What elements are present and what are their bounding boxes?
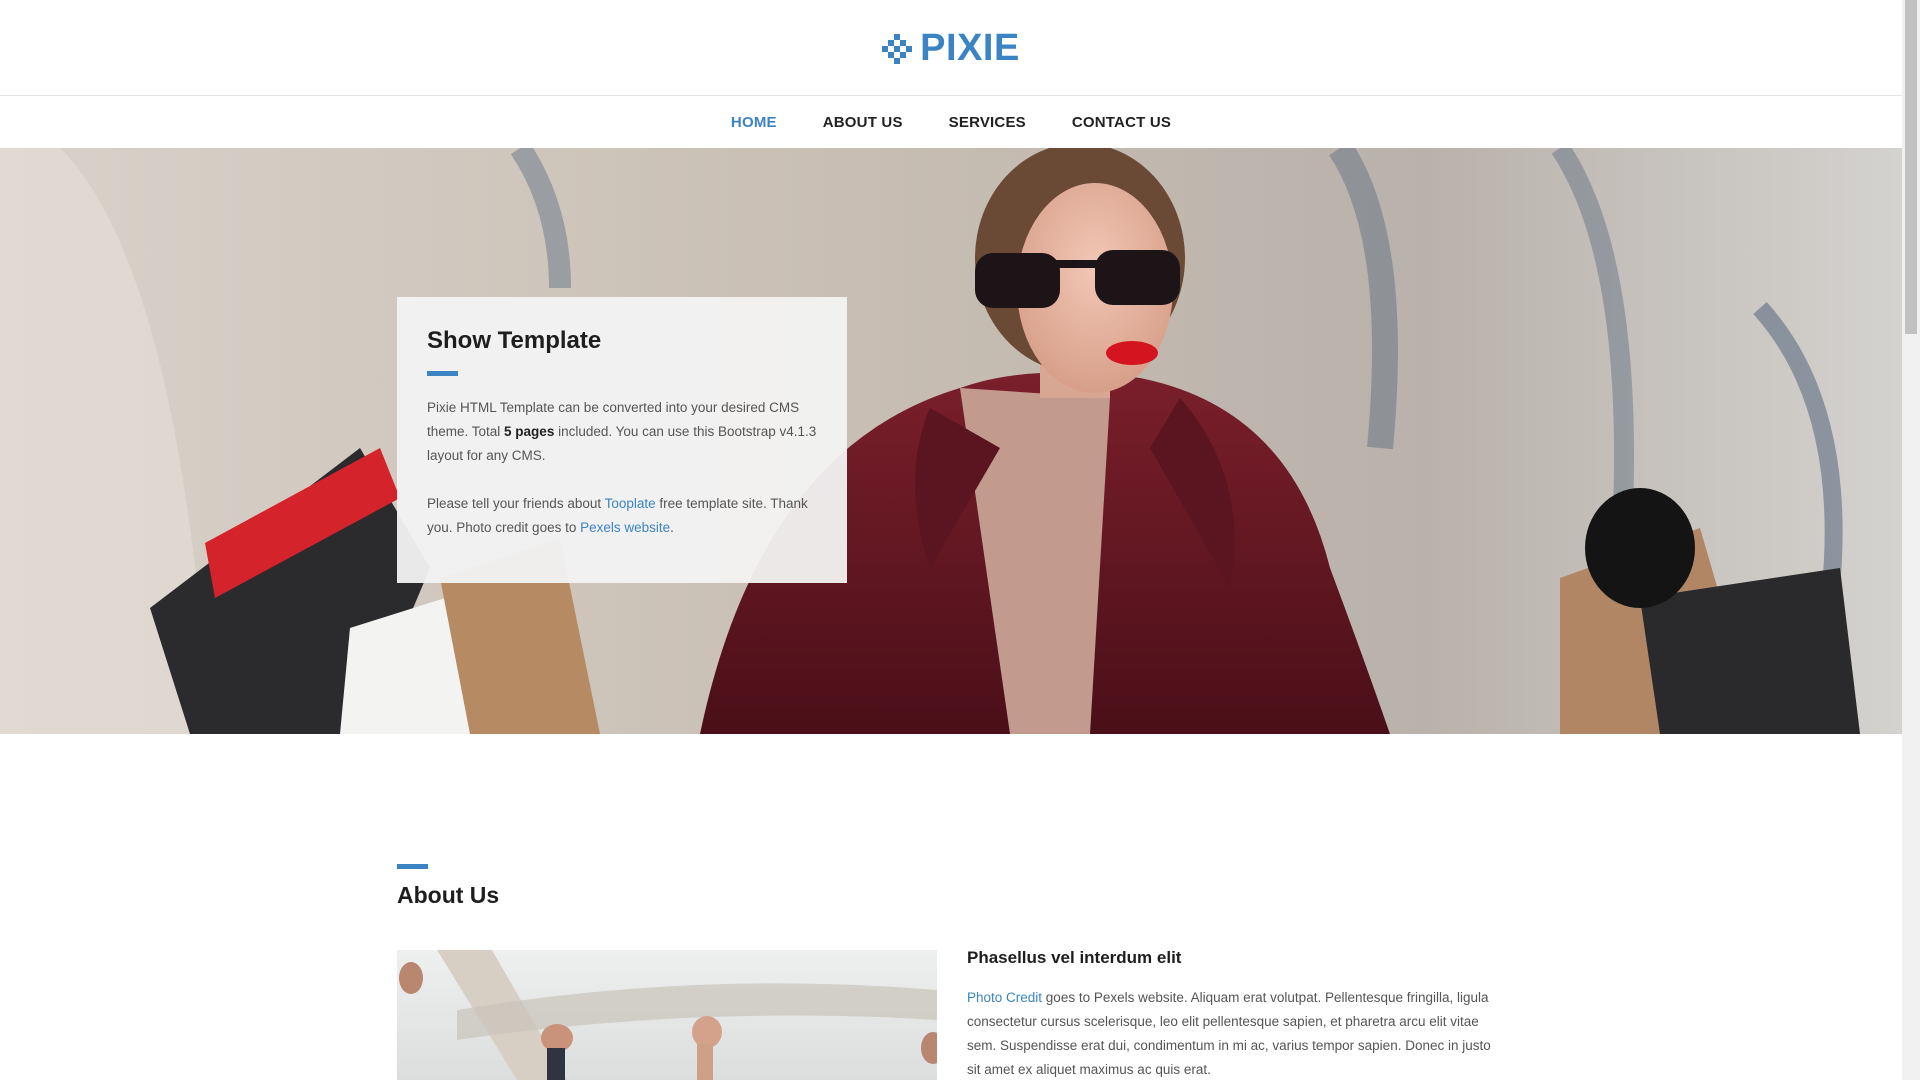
about-paragraph-text: goes to Pexels website. Aliquam erat vol… — [967, 990, 1491, 1077]
hero-title: Show Template — [427, 327, 602, 354]
brand-name: PIXIE — [920, 27, 1020, 69]
about-subtitle: Phasellus vel interdum elit — [967, 948, 1182, 967]
pixel-diamond-icon — [882, 33, 913, 64]
site-header: PIXIE — [0, 0, 1902, 96]
nav-home[interactable]: HOME — [731, 114, 777, 131]
scrollbar-thumb[interactable] — [1905, 0, 1917, 334]
brand-logo[interactable]: PIXIE — [0, 27, 1902, 70]
nav-about-us[interactable]: ABOUT US — [823, 114, 903, 131]
hero-banner: Show Template Pixie HTML Template can be… — [0, 148, 1902, 734]
about-title: About Us — [397, 882, 500, 908]
photo-credit-link[interactable]: Photo Credit — [967, 990, 1042, 1005]
hero-p2-text-a: Please tell your friends about — [427, 496, 605, 511]
tooplate-link[interactable]: Tooplate — [605, 496, 656, 511]
hero-p1-bold: 5 pages — [504, 424, 555, 439]
hero-accent-bar — [427, 371, 458, 376]
hero-p2-text-c: . — [670, 520, 674, 535]
hero-paragraph-2: Please tell your friends about Tooplate … — [427, 492, 817, 540]
about-photo — [397, 950, 937, 1080]
about-image — [397, 950, 937, 1080]
pexels-website-link[interactable]: Pexels website — [580, 520, 670, 535]
nav-services[interactable]: SERVICES — [949, 114, 1026, 131]
about-accent-bar — [397, 864, 428, 869]
hero-card: Show Template Pixie HTML Template can be… — [397, 297, 847, 583]
hero-paragraph-1: Pixie HTML Template can be converted int… — [427, 396, 817, 468]
nav-contact-us[interactable]: CONTACT US — [1072, 114, 1171, 131]
about-text-block: Phasellus vel interdum elit Photo Credit… — [967, 948, 1507, 1080]
hero-background-image — [0, 148, 1902, 734]
page-scrollbar[interactable] — [1902, 0, 1920, 1080]
about-paragraph: Photo Credit goes to Pexels website. Ali… — [967, 986, 1507, 1080]
main-nav: HOME ABOUT US SERVICES CONTACT US — [0, 97, 1902, 148]
